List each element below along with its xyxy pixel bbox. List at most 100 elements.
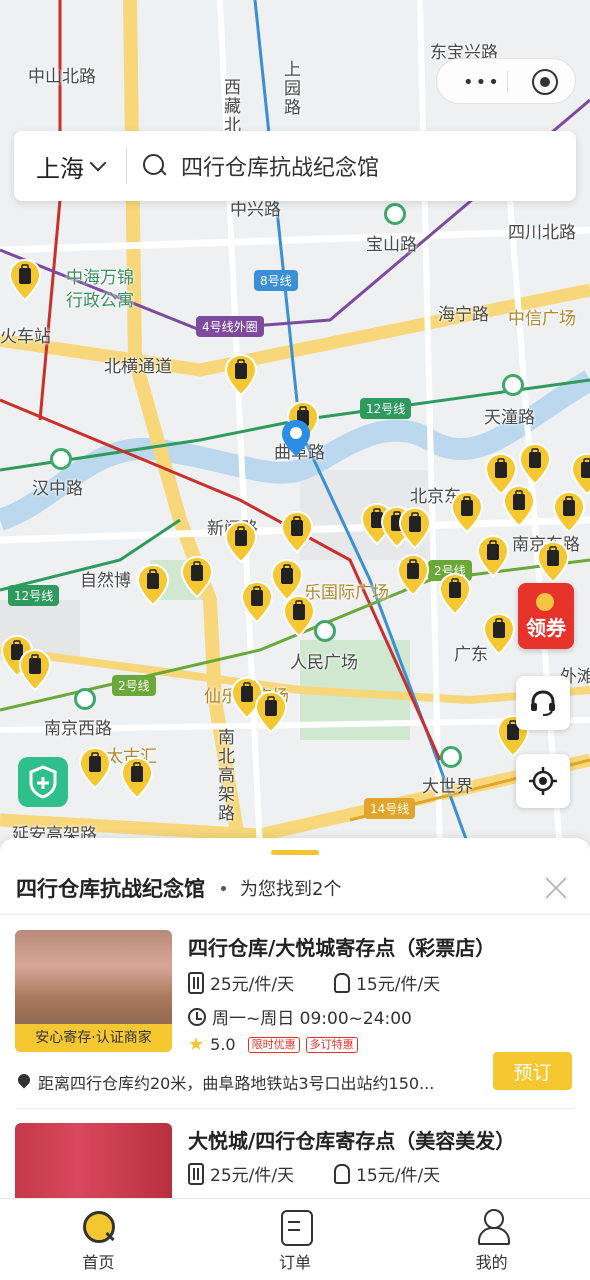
metro-station-icon [314, 620, 336, 642]
rating-value: 5.0 [210, 1035, 236, 1054]
luggage-pin-icon[interactable] [438, 572, 472, 616]
luggage-pin-icon[interactable] [78, 746, 112, 790]
luggage-pin-icon[interactable] [136, 563, 170, 607]
store-thumbnail: 安心寄存·认证商家 [15, 930, 172, 1052]
orders-icon [278, 1209, 313, 1246]
separator-dot [221, 885, 226, 891]
backpack-icon [334, 972, 351, 993]
price-large-luggage: 25元/件/天 [210, 1166, 295, 1186]
sheet-drag-handle[interactable] [271, 850, 319, 855]
distance-text: 距离四行仓库约20米，曲阜路地铁站3号口出站约150... [38, 1074, 435, 1093]
promo-tag: 多订特惠 [305, 1036, 358, 1053]
suitcase-icon [188, 1162, 204, 1185]
tab-orders-label: 订单 [279, 1253, 312, 1272]
luggage-pin-icon[interactable] [240, 580, 274, 624]
safety-shield-button[interactable] [18, 757, 68, 807]
metro-tag-line8: 8号线 [254, 270, 298, 291]
shield-icon [29, 765, 57, 799]
coupon-label: 领券 [526, 616, 566, 640]
suitcase-icon [188, 971, 204, 994]
city-label: 上海 [36, 154, 84, 183]
result-count: 为您找到2个 [240, 879, 342, 900]
map-label-shangyuan: 上园路 [280, 60, 300, 117]
map-label-ziran: 自然博 [80, 571, 131, 591]
metro-tag-line12a: 12号线 [360, 398, 412, 419]
sheet-header: 四行仓库抗战纪念馆 为您找到2个 [16, 868, 574, 908]
luggage-pin-icon[interactable] [398, 506, 432, 550]
profile-icon [475, 1209, 510, 1245]
luggage-pin-icon[interactable] [120, 756, 154, 800]
tab-home-label: 首页 [82, 1253, 115, 1272]
capsule-divider [507, 71, 508, 93]
metro-station-icon [440, 746, 462, 768]
price-small-luggage: 15元/件/天 [356, 975, 441, 995]
luggage-pin-icon[interactable] [18, 648, 52, 692]
luggage-pin-icon[interactable] [482, 612, 516, 656]
coupon-button[interactable]: 领券 [518, 583, 574, 649]
metro-tag-line2b: 2号线 [112, 675, 156, 696]
hours-row: 周一~周日 09:00~24:00 [188, 1004, 412, 1029]
map-label-xingzheng: 行政公寓 [66, 291, 134, 311]
metro-tag-line12b: 12号线 [8, 585, 60, 606]
clock-icon [188, 1007, 206, 1026]
result-card[interactable]: 大悦城/四行仓库寄存点（美容美发） 25元/件/天 15元/件/天 [0, 1121, 590, 1202]
luggage-pin-icon[interactable] [502, 484, 536, 528]
results-sheet: 四行仓库抗战纪念馆 为您找到2个 安心寄存·认证商家 四行仓库/大悦城寄存点（彩… [0, 838, 590, 1202]
store-name: 大悦城/四行仓库寄存点（美容美发） [188, 1129, 516, 1153]
map-view[interactable]: 东宝兴路 中山北路 西藏北路 上园路 中兴路 宝山路 四川北路 中海万锦 行政公… [0, 0, 590, 850]
star-icon: ★ [188, 1034, 205, 1055]
locate-icon [529, 767, 557, 795]
luggage-pin-icon[interactable] [280, 510, 314, 554]
luggage-pin-icon[interactable] [518, 442, 552, 486]
luggage-pin-icon[interactable] [476, 534, 510, 578]
tab-mine[interactable]: 我的 [393, 1199, 590, 1280]
luggage-pin-icon[interactable] [8, 258, 42, 302]
search-input[interactable]: 四行仓库抗战纪念馆 [181, 150, 379, 182]
map-label-sichuan-north: 四川北路 [508, 223, 576, 243]
backpack-icon [334, 1163, 351, 1184]
rating-row: ★ 5.0 限时优惠 多订特惠 [188, 1034, 358, 1055]
price-row: 25元/件/天 15元/件/天 [188, 1161, 440, 1186]
miniapp-capsule[interactable]: ••• [436, 58, 576, 104]
luggage-pin-icon[interactable] [180, 555, 214, 599]
metro-station-icon [502, 374, 524, 396]
customer-service-button[interactable] [516, 676, 570, 730]
luggage-pin-icon[interactable] [396, 553, 430, 597]
luggage-pin-icon[interactable] [224, 520, 258, 564]
map-label-zhongxin: 中信广场 [508, 309, 576, 329]
luggage-pin-icon[interactable] [570, 452, 590, 496]
luggage-pin-icon[interactable] [282, 594, 316, 638]
close-icon[interactable] [542, 874, 570, 902]
headset-icon [531, 690, 555, 716]
map-pin-icon [18, 1074, 30, 1090]
card-divider [16, 1108, 574, 1109]
metro-station-icon [50, 448, 72, 470]
luggage-pin-icon[interactable] [536, 540, 570, 584]
book-button[interactable]: 预订 [493, 1052, 572, 1090]
luggage-pin-icon[interactable] [450, 490, 484, 534]
promo-tag: 限时优惠 [247, 1036, 300, 1053]
luggage-pin-icon[interactable] [254, 690, 288, 734]
price-small-luggage: 15元/件/天 [356, 1166, 441, 1186]
metro-station-icon [384, 203, 406, 225]
close-miniapp-icon[interactable] [532, 69, 558, 95]
map-label-nanjing-west: 南京西路 [44, 719, 112, 739]
store-thumbnail [15, 1123, 172, 1202]
result-card[interactable]: 安心寄存·认证商家 四行仓库/大悦城寄存点（彩票店） 25元/件/天 15元/件… [0, 928, 590, 1113]
map-label-beiheng: 北横通道 [104, 357, 172, 377]
map-label-zhongshan-north: 中山北路 [28, 67, 96, 87]
luggage-pin-icon[interactable] [224, 353, 258, 397]
search-bar: 上海 四行仓库抗战纪念馆 [14, 131, 576, 201]
location-marker-icon [280, 418, 312, 458]
more-icon[interactable]: ••• [463, 72, 501, 93]
locate-me-button[interactable] [516, 754, 570, 808]
city-selector[interactable]: 上海 [14, 149, 107, 184]
map-label-tiantong: 天潼路 [484, 408, 535, 428]
luggage-pin-icon[interactable] [552, 490, 586, 534]
tab-home[interactable]: 首页 [0, 1199, 197, 1280]
tab-orders[interactable]: 订单 [197, 1199, 394, 1280]
map-label-baoshan: 宝山路 [366, 235, 417, 255]
map-label-dashijie: 大世界 [422, 777, 473, 797]
sheet-title: 四行仓库抗战纪念馆 [16, 877, 205, 901]
home-search-icon [81, 1209, 116, 1243]
